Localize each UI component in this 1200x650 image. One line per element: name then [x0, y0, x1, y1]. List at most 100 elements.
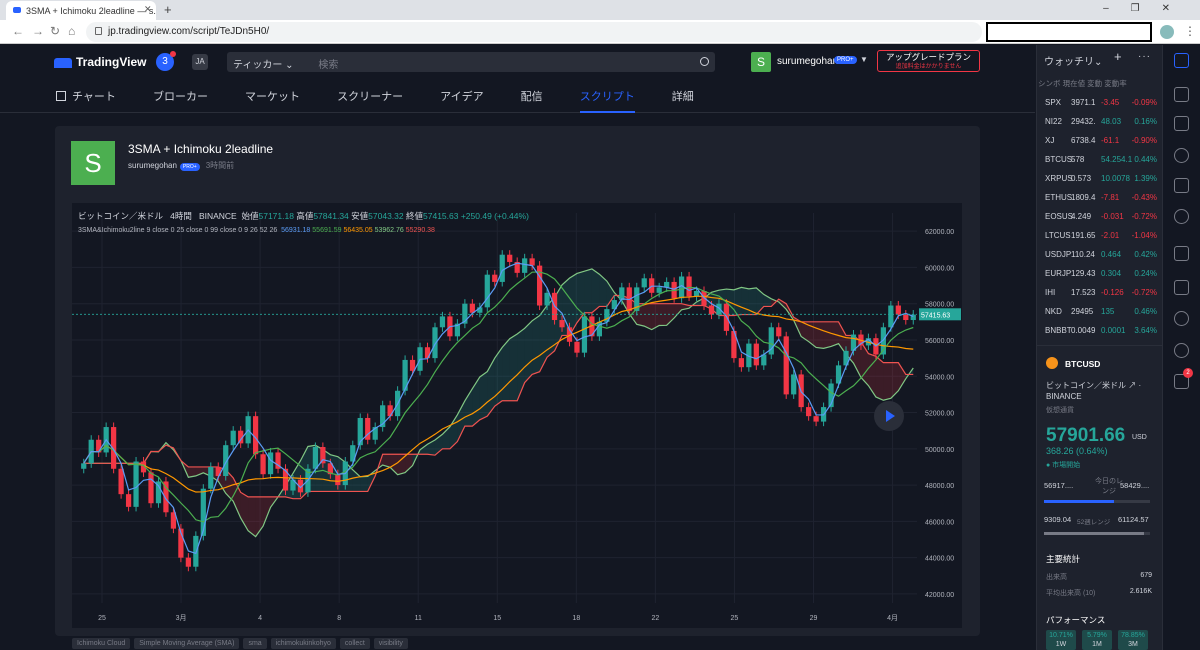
- week-range-low: 9309.04: [1044, 515, 1072, 524]
- y-tick-label: 58000.00: [925, 302, 954, 309]
- forward-icon[interactable]: →: [32, 24, 44, 38]
- watchlist-row[interactable]: NKD 29495 135 0.46%: [1045, 307, 1157, 326]
- window-controls[interactable]: –❐✕: [1103, 3, 1192, 14]
- ichimoku-cloud: [890, 362, 899, 399]
- watchlist-row[interactable]: ETHUS 1809.4 -7.81 -0.43%: [1045, 193, 1157, 212]
- username[interactable]: surumegohan: [777, 56, 838, 67]
- y-tick-label: 60000.00: [925, 265, 954, 272]
- ichimoku-cloud: [644, 303, 652, 330]
- tradingview-logo[interactable]: TradingView: [54, 55, 146, 69]
- watchlist-row[interactable]: USDJP 110.24 0.464 0.42%: [1045, 250, 1157, 269]
- search-bar[interactable]: ティッカー ⌄ 検索: [227, 52, 715, 72]
- user-avatar[interactable]: S: [751, 52, 771, 72]
- broadcast-icon[interactable]: [1174, 343, 1189, 358]
- price-chart[interactable]: 42000.00 44000.00 46000.00 48000.00 50000.00…: [72, 203, 962, 628]
- nav-more[interactable]: 詳細: [672, 88, 694, 104]
- hotlist-icon[interactable]: [1174, 148, 1189, 163]
- candle: [776, 327, 782, 337]
- ideas-icon[interactable]: [1174, 209, 1189, 224]
- study-value-lead2: 55290.38: [405, 227, 435, 234]
- ichimoku-cloud: [741, 287, 749, 315]
- detail-symbol[interactable]: BTCUSD: [1065, 359, 1100, 369]
- perf-1w[interactable]: 10.71% 1W: [1046, 630, 1076, 650]
- close-tab-icon[interactable]: ✕: [144, 4, 152, 15]
- tag[interactable]: Ichimoku Cloud: [72, 638, 131, 649]
- calendar-icon[interactable]: [1174, 178, 1189, 193]
- nav-market[interactable]: マーケット: [245, 88, 300, 104]
- perf-1m[interactable]: 5.79% 1M: [1082, 630, 1112, 650]
- watchlist-row[interactable]: BTCUS 578 54.254.1 0.44%: [1045, 155, 1157, 174]
- reload-icon[interactable]: ↻: [50, 24, 60, 38]
- user-menu-chevron-icon[interactable]: ▼: [860, 55, 868, 64]
- watchlist-row[interactable]: NI22 29432. 48.03 0.16%: [1045, 117, 1157, 136]
- y-tick-label: 48000.00: [925, 483, 954, 490]
- address-bar[interactable]: jp.tradingview.com/script/TeJDn5H0/: [86, 22, 982, 42]
- back-icon[interactable]: ←: [12, 24, 24, 38]
- add-symbol-icon[interactable]: +: [1114, 49, 1122, 64]
- messages-icon[interactable]: [1174, 280, 1189, 295]
- watchlist-row[interactable]: BNBBT 0.0049 0.0001 3.64%: [1045, 326, 1157, 345]
- nav-scripts[interactable]: スクリプト: [579, 88, 635, 113]
- watchlist-row[interactable]: IHI 17.523 -0.126 -0.72%: [1045, 288, 1157, 307]
- tag[interactable]: collect: [339, 638, 370, 649]
- home-icon[interactable]: ⌂: [68, 24, 75, 38]
- tag[interactable]: visibility: [373, 638, 408, 649]
- nav-ideas[interactable]: アイデア: [440, 88, 483, 104]
- watchlist-percent: 0.44%: [1134, 155, 1157, 164]
- x-tick-label: 29: [810, 615, 818, 622]
- browser-menu-icon[interactable]: ⋮: [1184, 24, 1196, 38]
- watchlist-row[interactable]: SPX 3971.1 -3.45 -0.09%: [1045, 98, 1157, 117]
- nav-screener[interactable]: スクリーナー: [337, 88, 403, 104]
- chart-canvas[interactable]: 42000.00 44000.00 46000.00 48000.00 50000.00…: [72, 203, 962, 628]
- chat-icon[interactable]: [1174, 246, 1189, 261]
- watchlist-change: 0.0001: [1101, 326, 1126, 335]
- candle: [581, 316, 588, 353]
- streams-icon[interactable]: [1174, 311, 1189, 326]
- candle: [148, 472, 154, 504]
- ticker-dropdown[interactable]: ティッカー ⌄: [233, 60, 294, 71]
- upgrade-title: アップグレードプラン: [885, 52, 971, 62]
- new-tab-icon[interactable]: +: [164, 2, 172, 17]
- nav-broker[interactable]: ブローカー: [153, 88, 208, 104]
- more-icon[interactable]: ···: [1138, 51, 1151, 62]
- candle: [641, 278, 647, 288]
- candle: [484, 274, 490, 308]
- watchlist-icon[interactable]: [1174, 53, 1189, 68]
- watchlist-row[interactable]: XJ 6738.4 -61.1 -0.90%: [1045, 136, 1157, 155]
- ichimoku-cloud: [472, 376, 480, 427]
- browser-tab[interactable]: 3SMA + Ichimoku 2leadline — s...: [6, 1, 156, 20]
- watchlist-title[interactable]: ウォッチリ⌄: [1044, 53, 1102, 68]
- watchlist-percent: -0.90%: [1131, 136, 1157, 145]
- watchlist-price: 29495: [1071, 307, 1094, 316]
- week-range-high: 61124.57: [1118, 515, 1149, 524]
- watchlist-row[interactable]: EOSUS 4.249 -0.031 -0.72%: [1045, 212, 1157, 231]
- nav-streams[interactable]: 配信: [521, 88, 543, 104]
- ichimoku-cloud: [502, 338, 510, 401]
- search-input[interactable]: 検索: [318, 60, 338, 71]
- study-value-sma25: 55691.59: [312, 227, 342, 234]
- notification-dot: [170, 51, 176, 57]
- perf-3m[interactable]: 78.85% 3M: [1118, 630, 1148, 650]
- language-button[interactable]: JA: [192, 54, 208, 70]
- tag[interactable]: Simple Moving Average (SMA): [134, 638, 240, 649]
- watchlist-symbol: EOSUS: [1045, 212, 1074, 221]
- watchlist-row[interactable]: XRPUS 0.573 10.0078 1.39%: [1045, 174, 1157, 193]
- script-avatar[interactable]: S: [71, 141, 115, 185]
- data-window-icon[interactable]: [1174, 116, 1189, 131]
- alerts-icon[interactable]: [1174, 87, 1189, 102]
- nav-chart[interactable]: チャート: [56, 88, 116, 104]
- candle: [544, 292, 550, 306]
- watchlist-row[interactable]: LTCUS 191.65 -2.01 -1.04%: [1045, 231, 1157, 250]
- author-name[interactable]: surumegohan: [128, 161, 177, 170]
- profile-avatar[interactable]: [1160, 25, 1174, 39]
- ichimoku-cloud: [479, 371, 488, 420]
- tag[interactable]: ichimokukinkohyo: [270, 638, 336, 649]
- upgrade-button[interactable]: アップグレードプラン 追加料金はかかりません: [877, 50, 980, 72]
- search-icon[interactable]: [700, 57, 709, 66]
- volume-value: 679: [1140, 572, 1152, 579]
- watchlist-row[interactable]: EURJP 129.43 0.304 0.24%: [1045, 269, 1157, 288]
- candle: [529, 258, 535, 266]
- x-tick-label: 25: [731, 615, 739, 622]
- tag[interactable]: sma: [243, 638, 267, 649]
- play-button[interactable]: [874, 401, 904, 431]
